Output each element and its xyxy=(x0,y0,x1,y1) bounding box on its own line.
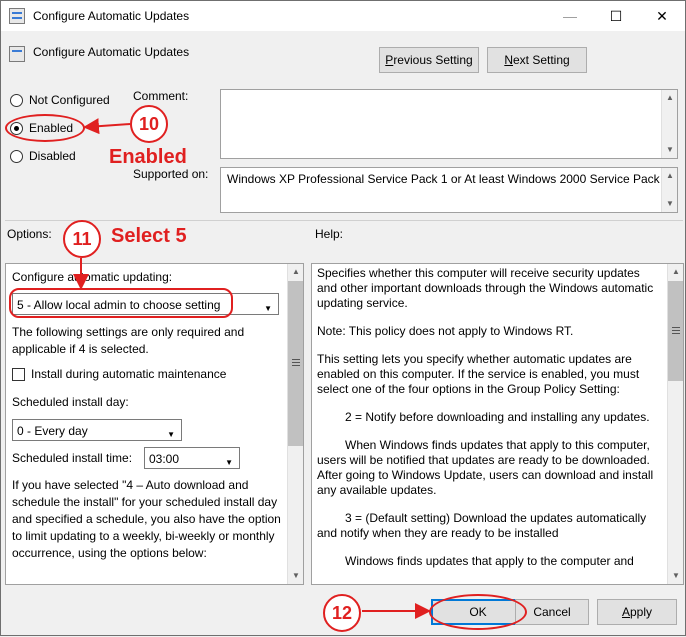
annotation-arrows xyxy=(73,118,431,619)
dialog-window: Configure Automatic Updates — ☐ ✕ Config… xyxy=(0,0,686,636)
arrow-to-enabled xyxy=(83,118,131,135)
